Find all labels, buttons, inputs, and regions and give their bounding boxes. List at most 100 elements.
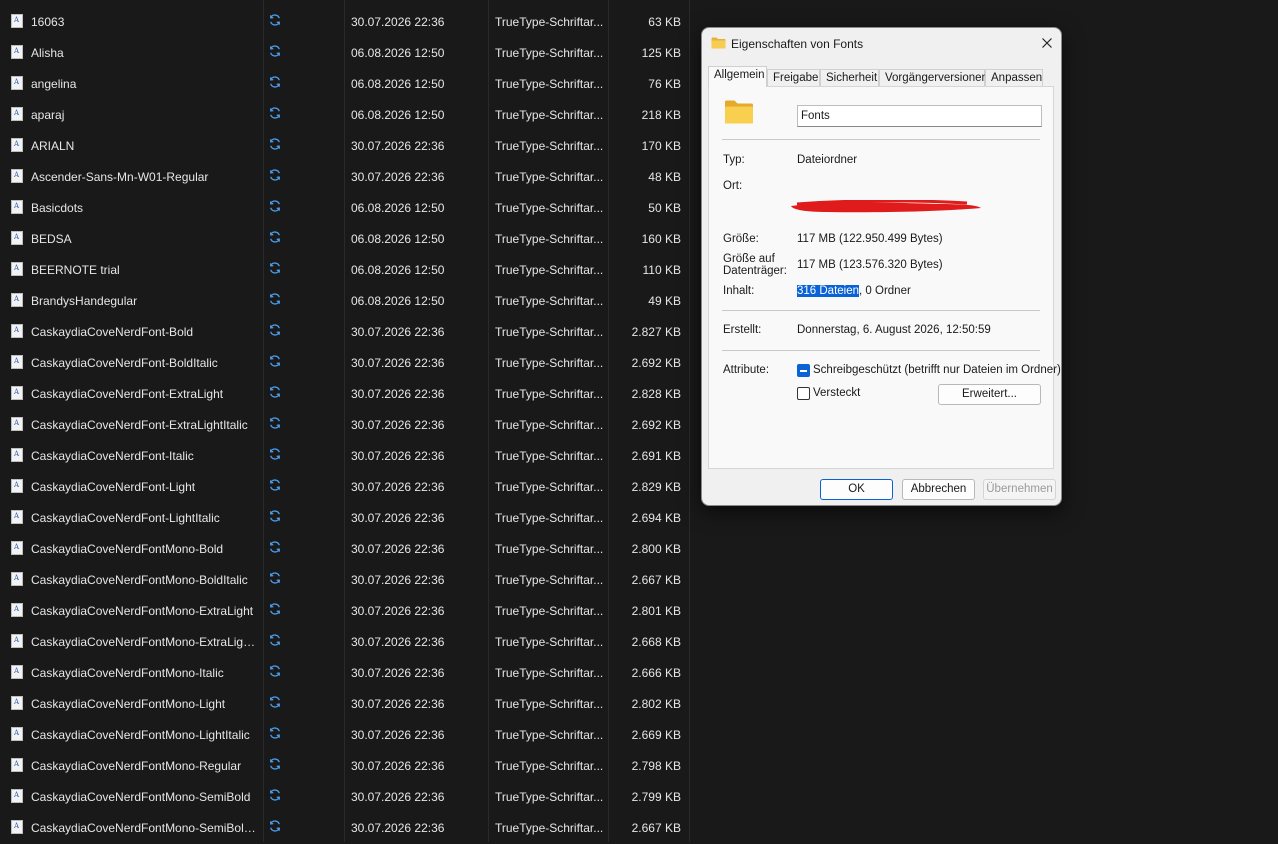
close-icon[interactable] <box>1039 35 1055 51</box>
file-row[interactable]: Alisha 06.08.2026 12:50 TrueType-Schriftar… <box>0 38 690 69</box>
file-row[interactable]: CaskaydiaCoveNerdFontMono-ExtraLight 30.0… <box>0 596 690 627</box>
file-row[interactable]: CaskaydiaCoveNerdFont-BoldItalic 30.07.20… <box>0 348 690 379</box>
file-type: TrueType-Schriftar... <box>495 790 604 804</box>
file-row[interactable]: CaskaydiaCoveNerdFont-ExtraLightItalic 30… <box>0 410 690 441</box>
file-type: TrueType-Schriftar... <box>495 821 604 835</box>
font-file-icon <box>11 324 23 338</box>
font-file-icon <box>11 758 23 772</box>
folder-name-input[interactable] <box>797 105 1042 127</box>
file-date: 06.08.2026 12:50 <box>351 201 445 215</box>
font-file-icon <box>11 14 23 28</box>
font-file-icon <box>11 479 23 493</box>
hidden-label[interactable]: Versteckt <box>813 387 860 399</box>
file-row[interactable]: CaskaydiaCoveNerdFontMono-Bold 30.07.2026… <box>0 534 690 565</box>
file-row[interactable]: CaskaydiaCoveNerdFontMono-Italic 30.07.20… <box>0 658 690 689</box>
cancel-button[interactable]: Abbrechen <box>902 479 975 500</box>
file-type: TrueType-Schriftar... <box>495 77 604 91</box>
divider <box>722 139 1040 140</box>
file-date: 30.07.2026 22:36 <box>351 759 445 773</box>
sync-icon <box>268 447 282 461</box>
readonly-checkbox[interactable] <box>797 364 810 377</box>
location-label: Ort: <box>723 180 743 192</box>
sync-icon <box>268 602 282 616</box>
sync-icon <box>268 416 282 430</box>
file-type: TrueType-Schriftar... <box>495 356 604 370</box>
file-row[interactable]: BEERNOTE trial 06.08.2026 12:50 TrueType-S… <box>0 255 690 286</box>
file-row[interactable]: Ascender-Sans-Mn-W01-Regular 30.07.2026 2… <box>0 162 690 193</box>
file-size: 2.694 KB <box>631 511 681 525</box>
file-row[interactable]: CaskaydiaCoveNerdFontMono-Regular 30.07.2… <box>0 751 690 782</box>
file-name: Ascender-Sans-Mn-W01-Regular <box>31 170 209 184</box>
file-date: 30.07.2026 22:36 <box>351 728 445 742</box>
file-size: 2.799 KB <box>631 790 681 804</box>
general-panel: Typ: Dateiordner Ort: Größe: 117 MB (122… <box>708 86 1061 469</box>
file-date: 30.07.2026 22:36 <box>351 15 445 29</box>
size-label: Größe: <box>723 233 759 245</box>
font-file-icon <box>11 541 23 555</box>
file-date: 06.08.2026 12:50 <box>351 46 445 60</box>
file-type: TrueType-Schriftar... <box>495 325 604 339</box>
readonly-label[interactable]: Schreibgeschützt (betrifft nur Dateien i… <box>813 364 1061 376</box>
file-size: 218 KB <box>641 108 681 122</box>
file-size: 63 KB <box>648 15 681 29</box>
size-value: 117 MB (122.950.499 Bytes) <box>797 233 943 245</box>
tab-freigabe[interactable]: Freigabe <box>767 69 820 86</box>
file-row[interactable]: CaskaydiaCoveNerdFontMono-SemiBold 30.07.… <box>0 782 690 813</box>
file-size: 2.802 KB <box>631 697 681 711</box>
apply-button[interactable]: Übernehmen <box>983 479 1056 500</box>
file-row[interactable]: 16063 30.07.2026 22:36 TrueType-Schriftar.… <box>0 7 690 38</box>
content-files-selected[interactable]: 316 Dateien <box>797 285 860 297</box>
file-size: 2.668 KB <box>631 635 681 649</box>
file-row[interactable]: angelina 06.08.2026 12:50 TrueType-Schrift… <box>0 69 690 100</box>
file-row[interactable]: BrandysHandegular 06.08.2026 12:50 TrueTyp… <box>0 286 690 317</box>
file-row[interactable]: CaskaydiaCoveNerdFontMono-LightItalic 30.… <box>0 720 690 751</box>
file-row[interactable]: CaskaydiaCoveNerdFont-LightItalic 30.07.2… <box>0 503 690 534</box>
hidden-checkbox[interactable] <box>797 387 810 400</box>
sync-icon <box>268 13 282 27</box>
file-row[interactable]: CaskaydiaCoveNerdFontMono-SemiBold... 30.… <box>0 813 690 844</box>
ok-button[interactable]: OK <box>820 479 893 500</box>
dialog-titlebar[interactable]: Eigenschaften von Fonts <box>702 28 1061 58</box>
file-row[interactable]: CaskaydiaCoveNerdFontMono-Light 30.07.202… <box>0 689 690 720</box>
tab-anpassen[interactable]: Anpassen <box>985 69 1043 86</box>
file-name: BEERNOTE trial <box>31 263 120 277</box>
file-date: 30.07.2026 22:36 <box>351 666 445 680</box>
file-row[interactable]: CaskaydiaCoveNerdFontMono-ExtraLigh... 30… <box>0 627 690 658</box>
file-row[interactable]: Basicdots 06.08.2026 12:50 TrueType-Schrif… <box>0 193 690 224</box>
content-label: Inhalt: <box>723 285 755 297</box>
file-type: TrueType-Schriftar... <box>495 418 604 432</box>
file-size: 2.801 KB <box>631 604 681 618</box>
file-date: 06.08.2026 12:50 <box>351 263 445 277</box>
file-name: CaskaydiaCoveNerdFont-ExtraLight <box>31 387 224 401</box>
file-row[interactable]: ARIALN 30.07.2026 22:36 TrueType-Schriftar… <box>0 131 690 162</box>
tab-vorgaengerversionen[interactable]: Vorgängerversionen <box>879 69 988 86</box>
file-row[interactable]: aparaj 06.08.2026 12:50 TrueType-Schriftar… <box>0 100 690 131</box>
file-size: 2.667 KB <box>631 821 681 835</box>
advanced-button[interactable]: Erweitert... <box>938 384 1041 405</box>
folder-icon <box>711 37 726 49</box>
file-type: TrueType-Schriftar... <box>495 759 604 773</box>
font-file-icon <box>11 293 23 307</box>
file-name: CaskaydiaCoveNerdFont-Italic <box>31 449 194 463</box>
file-date: 30.07.2026 22:36 <box>351 170 445 184</box>
file-row[interactable]: CaskaydiaCoveNerdFontMono-BoldItalic 30.0… <box>0 565 690 596</box>
file-size: 160 KB <box>641 232 681 246</box>
file-date: 30.07.2026 22:36 <box>351 573 445 587</box>
tab-sicherheit[interactable]: Sicherheit <box>820 69 879 86</box>
file-date: 30.07.2026 22:36 <box>351 542 445 556</box>
file-row[interactable]: BEDSA 06.08.2026 12:50 TrueType-Schriftar.… <box>0 224 690 255</box>
file-row[interactable]: CaskaydiaCoveNerdFont-Bold 30.07.2026 22:… <box>0 317 690 348</box>
file-row[interactable]: CaskaydiaCoveNerdFont-ExtraLight 30.07.20… <box>0 379 690 410</box>
tab-allgemein[interactable]: Allgemein <box>708 66 767 87</box>
file-type: TrueType-Schriftar... <box>495 232 604 246</box>
sync-icon <box>268 168 282 182</box>
font-file-icon <box>11 820 23 834</box>
file-date: 30.07.2026 22:36 <box>351 480 445 494</box>
file-type: TrueType-Schriftar... <box>495 170 604 184</box>
file-size: 2.692 KB <box>631 418 681 432</box>
file-date: 30.07.2026 22:36 <box>351 449 445 463</box>
file-date: 06.08.2026 12:50 <box>351 294 445 308</box>
file-date: 30.07.2026 22:36 <box>351 387 445 401</box>
file-row[interactable]: CaskaydiaCoveNerdFont-Italic 30.07.2026 2… <box>0 441 690 472</box>
file-row[interactable]: CaskaydiaCoveNerdFont-Light 30.07.2026 22… <box>0 472 690 503</box>
